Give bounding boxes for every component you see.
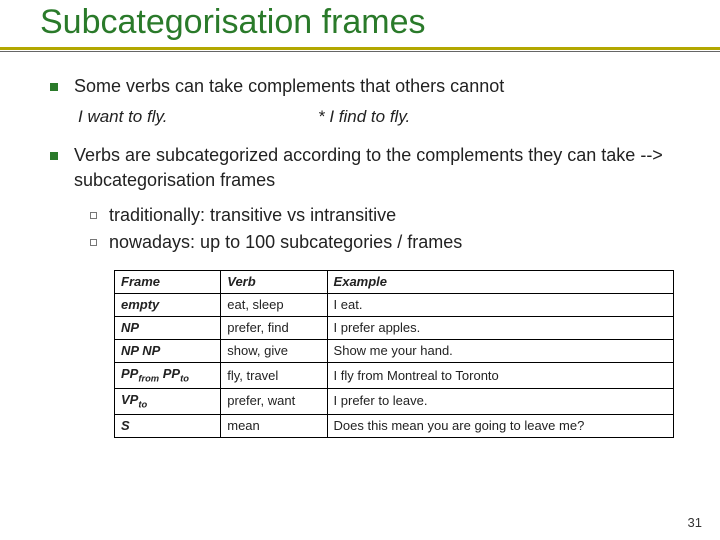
bullet-1: Some verbs can take complements that oth… [50,74,690,99]
example-cell: Show me your hand. [327,340,673,363]
table-row: NP NPshow, giveShow me your hand. [115,340,674,363]
slide-title: Subcategorisation frames [40,2,700,43]
frame-cell: empty [115,293,221,316]
subbullet-1: traditionally: transitive vs intransitiv… [90,203,690,228]
table-header-row: Frame Verb Example [115,270,674,293]
subbullet-2: nowadays: up to 100 subcategories / fram… [90,230,690,255]
title-rule-thick [0,47,720,50]
page-number: 31 [688,515,702,530]
table-row: VPtoprefer, wantI prefer to leave. [115,388,674,414]
example-cell: Does this mean you are going to leave me… [327,414,673,437]
bullet-2-text: Verbs are subcategorized according to th… [74,143,690,193]
table-row: emptyeat, sleepI eat. [115,293,674,316]
example-cell: I eat. [327,293,673,316]
frame-cell: NP NP [115,340,221,363]
frame-cell: S [115,414,221,437]
verb-cell: fly, travel [221,363,327,389]
table-row: SmeanDoes this mean you are going to lea… [115,414,674,437]
table-header: Example [327,270,673,293]
examples-row: I want to fly. * I find to fly. [50,105,690,129]
subbullet-marker-icon [90,212,97,219]
subbullet-1-text: traditionally: transitive vs intransitiv… [109,203,690,228]
table-header: Frame [115,270,221,293]
example-left: I want to fly. [78,105,318,129]
frames-table: Frame Verb Example emptyeat, sleepI eat.… [114,270,674,438]
bullet-2: Verbs are subcategorized according to th… [50,143,690,193]
verb-cell: mean [221,414,327,437]
frame-cell: NP [115,316,221,339]
table-header: Verb [221,270,327,293]
verb-cell: prefer, find [221,316,327,339]
frame-cell: VPto [115,388,221,414]
verb-cell: eat, sleep [221,293,327,316]
bullet-1-text: Some verbs can take complements that oth… [74,74,690,99]
table-row: NPprefer, findI prefer apples. [115,316,674,339]
table-row: PPfrom PPtofly, travelI fly from Montrea… [115,363,674,389]
subbullet-2-text: nowadays: up to 100 subcategories / fram… [109,230,690,255]
example-cell: I prefer to leave. [327,388,673,414]
example-cell: I fly from Montreal to Toronto [327,363,673,389]
subbullet-marker-icon [90,239,97,246]
example-cell: I prefer apples. [327,316,673,339]
verb-cell: prefer, want [221,388,327,414]
bullet-marker-icon [50,83,58,91]
frame-cell: PPfrom PPto [115,363,221,389]
example-right: * I find to fly. [318,105,410,129]
verb-cell: show, give [221,340,327,363]
bullet-marker-icon [50,152,58,160]
